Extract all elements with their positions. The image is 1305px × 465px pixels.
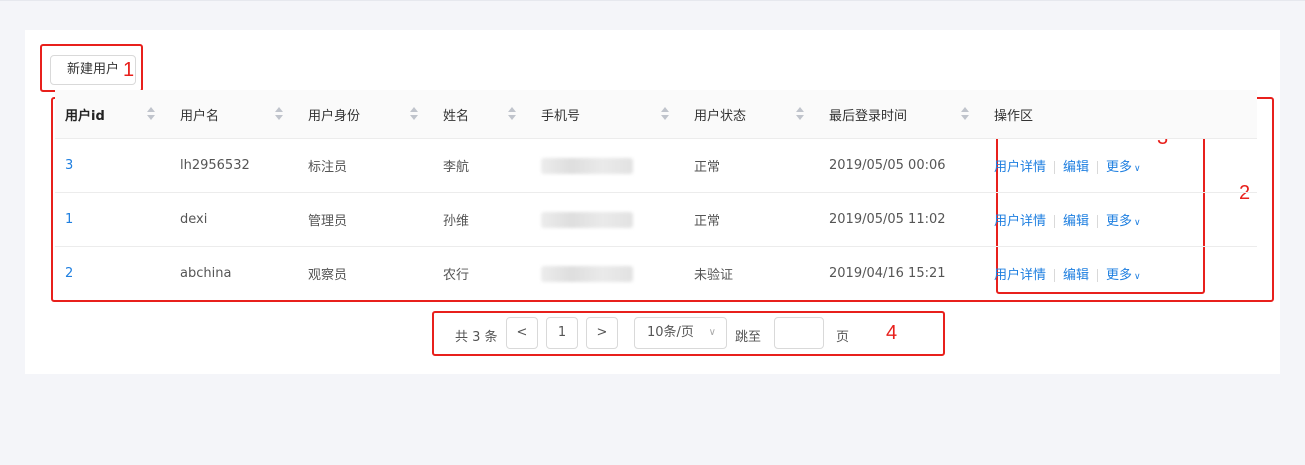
column-header-id[interactable]: 用户id (55, 90, 170, 139)
jump-label: 跳至 (735, 330, 762, 345)
edit-link[interactable]: 编辑 (1063, 268, 1089, 283)
edit-link[interactable]: 编辑 (1063, 160, 1089, 175)
divider (1097, 215, 1099, 228)
cell-user-id[interactable]: 1 (55, 192, 170, 247)
column-header-username[interactable]: 用户名 (170, 90, 298, 139)
cell-status: 正常 (684, 138, 819, 193)
cell-last-login: 2019/05/05 00:06 (819, 138, 984, 193)
more-dropdown[interactable]: 更多 ∨ (1106, 160, 1141, 175)
cell-last-login: 2019/05/05 11:02 (819, 192, 984, 247)
edit-link[interactable]: 编辑 (1063, 214, 1089, 229)
column-header-role[interactable]: 用户身份 (298, 90, 433, 139)
chevron-down-icon: ∨ (708, 327, 716, 338)
sort-caret-icon[interactable] (275, 106, 283, 122)
page-label: 页 (836, 330, 850, 345)
cell-phone (531, 192, 684, 247)
column-header-last-login[interactable]: 最后登录时间 (819, 90, 984, 139)
divider (1054, 269, 1056, 282)
cell-status: 未验证 (694, 268, 734, 283)
column-header-status[interactable]: 用户状态 (684, 90, 819, 139)
chevron-down-icon: ∨ (1134, 164, 1141, 174)
column-header-actions: 操作区 (984, 90, 1257, 139)
cell-role: 管理员 (298, 192, 433, 247)
cell-status: 正常 (684, 192, 819, 247)
cell-actions: 用户详情 编辑 更多 ∨ (984, 192, 1257, 247)
cell-name: 李航 (433, 138, 531, 193)
table-row: 3 lh2956532 标注员 李航 正常 2019/05/05 00:06 用… (55, 138, 1257, 193)
sort-caret-icon[interactable] (661, 106, 669, 122)
column-header-name[interactable]: 姓名 (433, 90, 531, 139)
cell-last-login: 2019/04/16 15:21 (829, 266, 946, 281)
divider (1054, 161, 1056, 174)
cell-username: abchina (180, 266, 232, 281)
cell-name: 农行 (443, 268, 470, 283)
user-id-link[interactable]: 3 (65, 158, 73, 173)
top-divider (0, 0, 1305, 1)
users-table: 用户id 用户名 用户身份 姓名 手机号 用户状态 最后登录时间 操作区 3 l… (55, 90, 1257, 300)
table-header-row: 用户id 用户名 用户身份 姓名 手机号 用户状态 最后登录时间 操作区 (55, 90, 1257, 139)
prev-page-button[interactable]: < (506, 317, 538, 349)
column-header-phone[interactable]: 手机号 (531, 90, 684, 139)
cell-name: 孙维 (433, 192, 531, 247)
cell-username: lh2956532 (170, 138, 298, 193)
page-size-select[interactable]: 10条/页 ∨ (634, 317, 727, 349)
user-details-link[interactable]: 用户详情 (994, 268, 1046, 283)
table-row: 2 abchina 观察员 农行 未验证 2019/04/16 15:21 用户… (55, 247, 1257, 301)
sort-caret-icon[interactable] (961, 106, 969, 122)
user-details-link[interactable]: 用户详情 (994, 160, 1046, 175)
chevron-left-icon: < (516, 325, 528, 340)
cell-phone (531, 138, 684, 193)
divider (1054, 215, 1056, 228)
cell-username: dexi (170, 192, 298, 247)
pagination: 共 3 条 < 1 > 10条/页 ∨ 跳至 页 (455, 317, 895, 349)
redacted-phone (541, 157, 633, 174)
more-dropdown[interactable]: 更多 ∨ (1106, 214, 1141, 229)
user-details-link[interactable]: 用户详情 (994, 214, 1046, 229)
table-row: 1 dexi 管理员 孙维 正常 2019/05/05 11:02 用户详情 编辑… (55, 192, 1257, 247)
pagination-total: 共 3 条 (455, 330, 498, 345)
redacted-phone (541, 265, 633, 282)
cell-user-id[interactable]: 2 (55, 247, 170, 301)
chevron-down-icon: ∨ (1134, 218, 1141, 228)
next-page-button[interactable]: > (586, 317, 618, 349)
cell-role: 观察员 (308, 268, 348, 283)
redacted-phone (541, 211, 633, 228)
user-id-link[interactable]: 2 (65, 266, 73, 281)
cell-actions: 用户详情 编辑 更多 ∨ (984, 247, 1257, 301)
sort-caret-icon[interactable] (147, 106, 155, 122)
annotation-label-1: 1 (123, 59, 135, 81)
user-id-link[interactable]: 1 (65, 212, 73, 227)
cell-role: 标注员 (298, 138, 433, 193)
sort-caret-icon[interactable] (796, 106, 804, 122)
sort-caret-icon[interactable] (410, 106, 418, 122)
page-1-button[interactable]: 1 (546, 317, 578, 349)
more-dropdown[interactable]: 更多 ∨ (1106, 268, 1141, 283)
cell-phone (531, 247, 684, 301)
jump-page-input[interactable] (774, 317, 824, 349)
sort-caret-icon[interactable] (508, 106, 516, 122)
divider (1097, 161, 1099, 174)
divider (1097, 269, 1099, 282)
cell-actions: 用户详情 编辑 更多 ∨ (984, 138, 1257, 193)
chevron-right-icon: > (596, 325, 608, 340)
cell-user-id[interactable]: 3 (55, 138, 170, 193)
chevron-down-icon: ∨ (1134, 272, 1141, 282)
